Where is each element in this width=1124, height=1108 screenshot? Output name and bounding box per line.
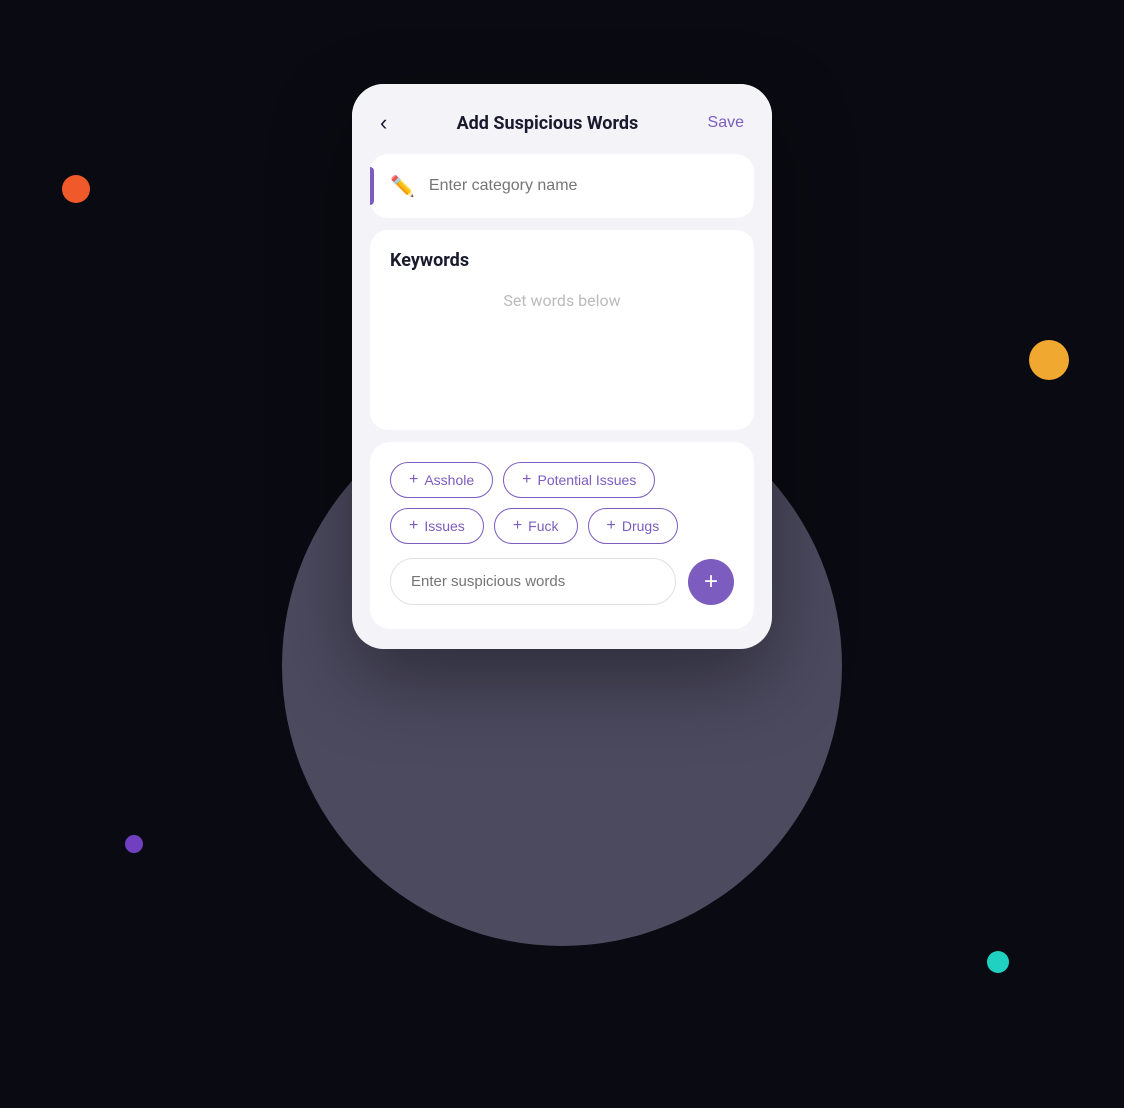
plus-icon: + [409,471,418,489]
keywords-placeholder: Set words below [390,291,734,310]
tag-drugs[interactable]: + Drugs [588,508,679,544]
tag-fuck[interactable]: + Fuck [494,508,578,544]
tag-issues[interactable]: + Issues [390,508,484,544]
category-card: ✏️ [370,154,754,218]
save-button[interactable]: Save [708,114,744,132]
yellow-dot [1029,340,1069,380]
page-title: Add Suspicious Words [457,113,639,134]
input-row: + [390,558,734,605]
purple-dot [125,835,143,853]
plus-icon: + [704,568,718,596]
plus-icon: + [513,517,522,535]
phone-card: ‹ Add Suspicious Words Save ✏️ Keywords … [352,84,772,649]
plus-icon: + [522,471,531,489]
keywords-title: Keywords [390,250,734,271]
orange-dot [62,175,90,203]
keywords-card: Keywords Set words below [370,230,754,430]
scene: ‹ Add Suspicious Words Save ✏️ Keywords … [212,54,912,1054]
tag-potential-issues[interactable]: + Potential Issues [503,462,655,498]
plus-icon: + [409,517,418,535]
add-word-button[interactable]: + [688,559,734,605]
page-header: ‹ Add Suspicious Words Save [352,84,772,154]
bottom-panel: + Asshole + Potential Issues + Issues + … [370,442,754,629]
suspicious-words-input[interactable] [390,558,676,605]
plus-icon: + [607,517,616,535]
tags-row: + Asshole + Potential Issues + Issues + … [390,462,734,544]
tag-label: Issues [424,518,464,534]
tag-asshole[interactable]: + Asshole [390,462,493,498]
back-button[interactable]: ‹ [380,112,387,134]
tag-label: Potential Issues [538,472,637,488]
category-name-input[interactable] [429,177,734,195]
tag-label: Asshole [424,472,474,488]
edit-icon: ✏️ [390,174,415,198]
tag-label: Fuck [528,518,558,534]
tag-label: Drugs [622,518,659,534]
teal-dot [987,951,1009,973]
